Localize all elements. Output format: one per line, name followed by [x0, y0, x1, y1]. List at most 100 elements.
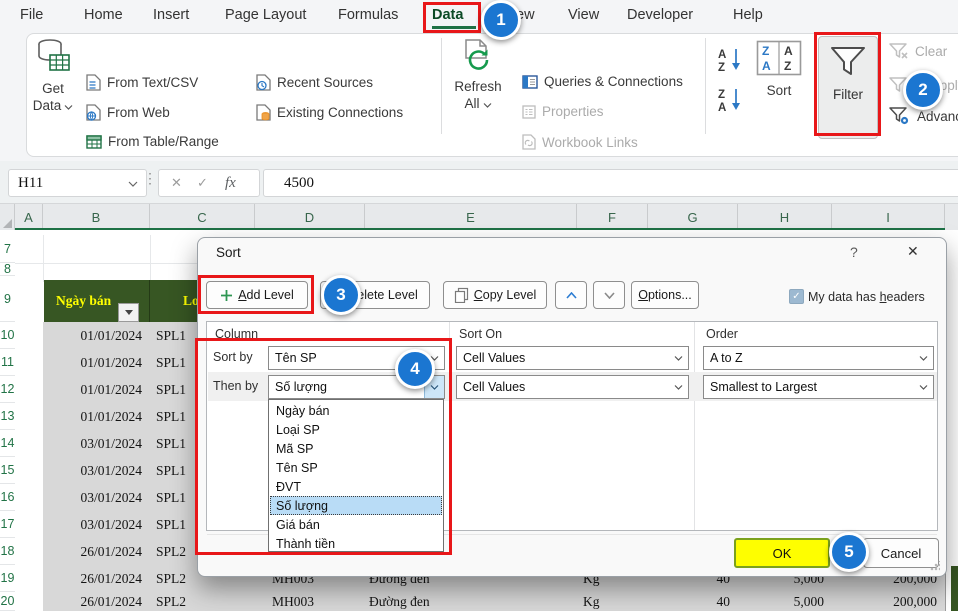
- column-header-C[interactable]: C: [150, 204, 255, 231]
- dropdown-item[interactable]: Giá bán: [270, 515, 442, 534]
- tab-help[interactable]: Help: [733, 0, 763, 30]
- refresh-all-button[interactable]: Refresh All: [450, 38, 506, 112]
- from-text-csv-button[interactable]: From Text/CSV: [86, 74, 198, 91]
- options-button[interactable]: Options...: [631, 281, 699, 309]
- queries-connections-button[interactable]: Queries & Connections: [522, 74, 683, 89]
- table-cell[interactable]: 01/01/2024: [43, 322, 151, 350]
- tab-formulas[interactable]: Formulas: [338, 0, 398, 30]
- dropdown-item[interactable]: Loại SP: [270, 420, 442, 439]
- ok-button[interactable]: OK: [734, 538, 830, 568]
- dialog-close-button[interactable]: ✕: [907, 243, 919, 260]
- get-data-button[interactable]: Get Data: [28, 38, 78, 114]
- table-cell[interactable]: 03/01/2024: [43, 484, 151, 512]
- table-cell[interactable]: 200,000: [832, 592, 946, 611]
- row-header-7[interactable]: 7: [0, 235, 15, 263]
- column-header-D[interactable]: D: [255, 204, 365, 231]
- dropdown-item[interactable]: Tên SP: [270, 458, 442, 477]
- column-header-G[interactable]: G: [648, 204, 738, 231]
- name-box[interactable]: H11: [8, 169, 147, 197]
- filter-button[interactable]: Filter: [818, 36, 878, 139]
- from-web-button[interactable]: From Web: [86, 104, 170, 121]
- dropdown-item[interactable]: Số lượng: [270, 496, 442, 515]
- row-header-19[interactable]: 19: [0, 565, 15, 592]
- table-cell[interactable]: 03/01/2024: [43, 430, 151, 458]
- row-header-11[interactable]: 11: [0, 349, 15, 376]
- combo-chevron-icon[interactable]: [914, 347, 933, 369]
- sort-on-header-label: Sort On: [459, 327, 502, 341]
- combo-chevron-icon[interactable]: [914, 376, 933, 398]
- dropdown-item[interactable]: Ngày bán: [270, 401, 442, 420]
- column-header-F[interactable]: F: [577, 204, 648, 231]
- tab-insert[interactable]: Insert: [153, 0, 189, 30]
- row-header-18[interactable]: 18: [0, 538, 15, 565]
- existing-connections-button[interactable]: Existing Connections: [256, 104, 403, 121]
- then-by-sort-on-combo[interactable]: Cell Values: [456, 375, 689, 399]
- table-cell[interactable]: 03/01/2024: [43, 457, 151, 485]
- table-cell[interactable]: 01/01/2024: [43, 349, 151, 377]
- row-header-15[interactable]: 15: [0, 457, 15, 484]
- column-filter-button[interactable]: [118, 303, 139, 322]
- table-cell[interactable]: Kg: [577, 592, 649, 611]
- add-level-button[interactable]: Add Level: [206, 281, 308, 309]
- table-cell[interactable]: 26/01/2024: [43, 592, 151, 611]
- cancel-button[interactable]: Cancel: [863, 538, 939, 568]
- confirm-entry-icon[interactable]: ✓: [197, 175, 208, 191]
- clear-filter-button[interactable]: Clear: [889, 43, 947, 60]
- row-header-20[interactable]: 20: [0, 592, 15, 611]
- table-cell[interactable]: 26/01/2024: [43, 538, 151, 566]
- row-header-10[interactable]: 10: [0, 322, 15, 349]
- table-cell[interactable]: SPL2: [150, 592, 256, 611]
- table-cell[interactable]: 5,000: [738, 592, 833, 611]
- column-header-H[interactable]: H: [738, 204, 832, 231]
- combo-chevron-icon[interactable]: [669, 376, 688, 398]
- dropdown-item[interactable]: Mã SP: [270, 439, 442, 458]
- sort-by-sort-on-combo[interactable]: Cell Values: [456, 346, 689, 370]
- then-by-order-combo[interactable]: Smallest to Largest: [703, 375, 934, 399]
- row-header-13[interactable]: 13: [0, 403, 15, 430]
- move-up-button[interactable]: [555, 281, 587, 309]
- workbook-links-button[interactable]: Workbook Links: [522, 134, 638, 150]
- my-data-has-headers-checkbox[interactable]: ✓: [789, 289, 804, 304]
- row-header-14[interactable]: 14: [0, 430, 15, 457]
- tab-developer[interactable]: Developer: [627, 0, 693, 30]
- formula-input[interactable]: 4500: [263, 169, 958, 197]
- table-cell[interactable]: 01/01/2024: [43, 376, 151, 404]
- combo-chevron-icon[interactable]: [669, 347, 688, 369]
- from-table-range-button[interactable]: From Table/Range: [86, 134, 219, 149]
- tab-home[interactable]: Home: [84, 0, 123, 30]
- row-header-12[interactable]: 12: [0, 376, 15, 403]
- table-cell[interactable]: Đường đen: [365, 592, 578, 611]
- sort-az-button[interactable]: AZ: [716, 46, 744, 73]
- tab-view[interactable]: View: [568, 0, 599, 30]
- table-cell[interactable]: 26/01/2024: [43, 565, 151, 593]
- sort-button[interactable]: Z A A Z Sort: [753, 40, 805, 99]
- properties-button[interactable]: Properties: [522, 104, 604, 119]
- sort-by-order-combo[interactable]: A to Z: [703, 346, 934, 370]
- dropdown-item[interactable]: ĐVT: [270, 477, 442, 496]
- table-cell[interactable]: 01/01/2024: [43, 403, 151, 431]
- recent-sources-button[interactable]: Recent Sources: [256, 74, 373, 91]
- table-cell[interactable]: MH003: [255, 592, 366, 611]
- tab-file[interactable]: File: [20, 0, 43, 30]
- row-header-17[interactable]: 17: [0, 511, 15, 538]
- copy-level-button[interactable]: Copy Level: [443, 281, 547, 309]
- column-header-A[interactable]: A: [15, 204, 43, 231]
- column-header-B[interactable]: B: [43, 204, 150, 231]
- row-header-8[interactable]: 8: [0, 263, 15, 276]
- sort-za-button[interactable]: ZA: [716, 86, 744, 113]
- column-dropdown-list[interactable]: Ngày bánLoại SPMã SPTên SPĐVTSố lượngGiá…: [268, 399, 444, 552]
- row-header-16[interactable]: 16: [0, 484, 15, 511]
- fx-icon[interactable]: fx: [225, 175, 236, 192]
- cancel-entry-icon[interactable]: ✕: [171, 175, 182, 191]
- column-header-E[interactable]: E: [365, 204, 577, 231]
- resize-grip[interactable]: [930, 561, 940, 571]
- dialog-help-button[interactable]: ?: [850, 244, 858, 260]
- table-cell[interactable]: 40: [648, 592, 739, 611]
- row-header-9[interactable]: 9: [0, 277, 15, 322]
- move-down-button[interactable]: [593, 281, 625, 309]
- dropdown-item[interactable]: Thành tiền: [270, 534, 442, 553]
- select-all-corner[interactable]: [0, 204, 15, 231]
- column-header-I[interactable]: I: [832, 204, 945, 231]
- table-cell[interactable]: 03/01/2024: [43, 511, 151, 539]
- tab-page-layout[interactable]: Page Layout: [225, 0, 306, 30]
